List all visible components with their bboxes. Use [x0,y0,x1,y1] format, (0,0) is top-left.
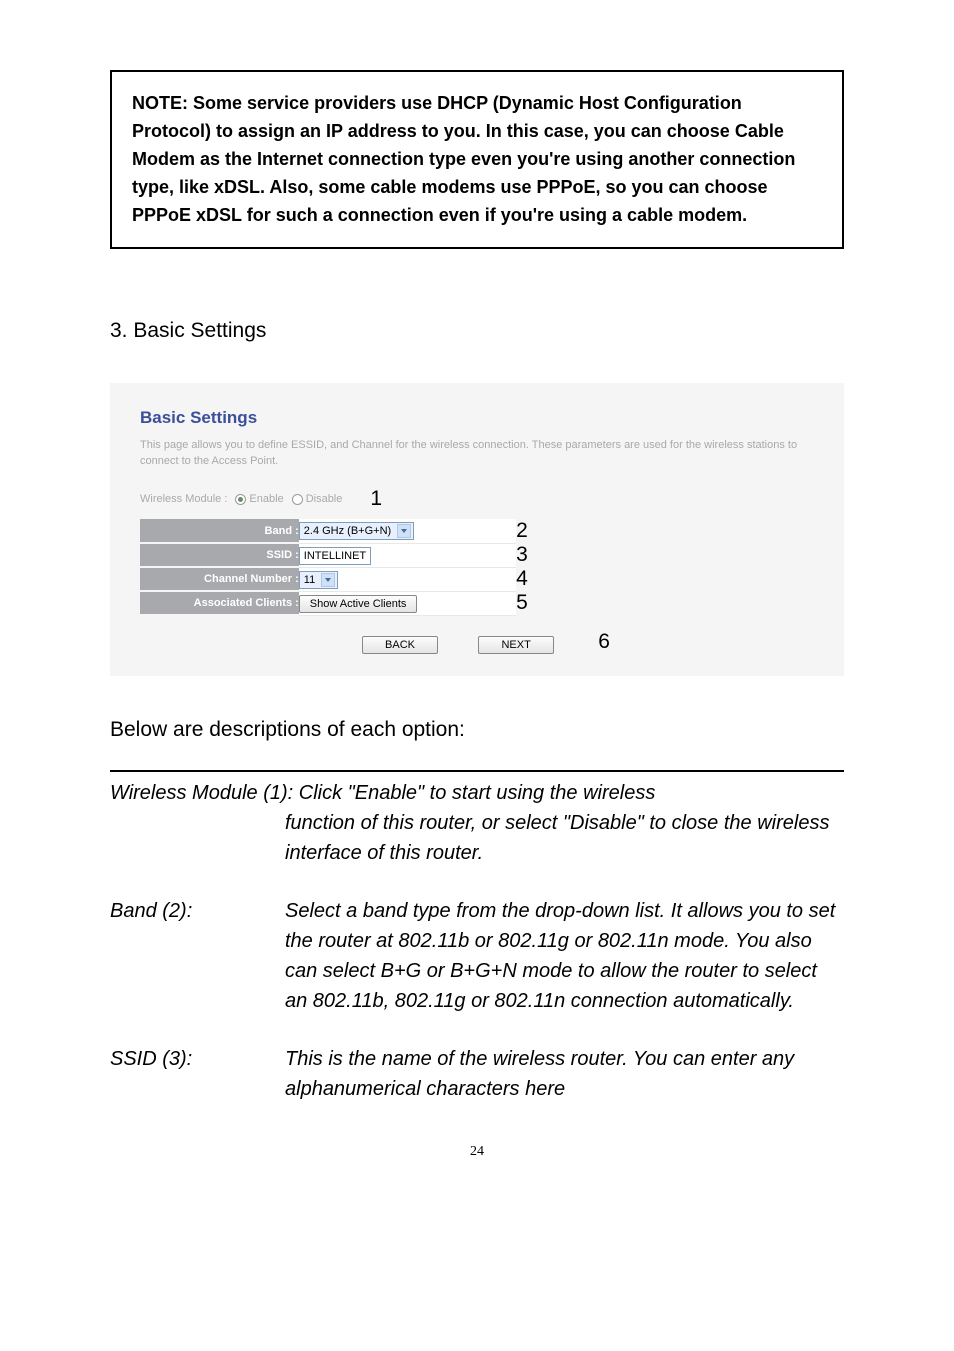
def-wm-body: function of this router, or select "Disa… [110,808,844,868]
band-select-value: 2.4 GHz (B+G+N) [304,525,397,537]
annotation-5: 5 [516,591,528,615]
def-band-body: Select a band type from the drop-down li… [285,896,844,1016]
def-band: Band (2): Select a band type from the dr… [110,896,844,1016]
below-intro: Below are descriptions of each option: [110,718,844,742]
def-ssid: SSID (3): This is the name of the wirele… [110,1044,844,1104]
nav-row: BACK NEXT 6 [140,630,814,654]
annotation-3: 3 [516,543,528,567]
chevron-down-icon [321,573,335,587]
ssid-value: INTELLINET [304,550,366,562]
band-select[interactable]: 2.4 GHz (B+G+N) [299,522,414,540]
note-text: NOTE: Some service providers use DHCP (D… [132,93,795,225]
disable-radio[interactable] [292,494,303,505]
def-ssid-body: This is the name of the wireless router.… [285,1044,844,1104]
show-active-clients-button[interactable]: Show Active Clients [299,595,418,613]
section-heading: 3. Basic Settings [110,319,844,343]
divider [110,770,844,772]
assoc-label: Associated Clients : [140,591,299,615]
annotation-2: 2 [516,519,528,543]
enable-radio[interactable] [235,494,246,505]
wireless-module-row: Wireless Module : Enable Disable 1 [140,487,814,511]
annotation-4: 4 [516,567,528,591]
ssid-label: SSID : [140,543,299,567]
basic-settings-panel: Basic Settings This page allows you to d… [110,383,844,676]
wireless-module-label: Wireless Module : [140,493,227,505]
enable-label: Enable [249,493,283,505]
back-button[interactable]: BACK [362,636,438,654]
annotation-1: 1 [370,487,382,511]
def-wireless-module: Wireless Module (1): Click "Enable" to s… [110,778,844,868]
channel-select-value: 11 [304,574,321,586]
channel-label: Channel Number : [140,567,299,591]
def-wm-line1: Wireless Module (1): Click "Enable" to s… [110,778,844,808]
disable-label: Disable [306,493,343,505]
chevron-down-icon [397,524,411,538]
definitions: Wireless Module (1): Click "Enable" to s… [110,778,844,1104]
panel-title: Basic Settings [140,408,814,428]
settings-table: Band : 2.4 GHz (B+G+N) 2 SSID : INTELLIN… [140,519,558,616]
annotation-6: 6 [598,630,610,654]
next-button[interactable]: NEXT [478,636,553,654]
channel-select[interactable]: 11 [299,571,338,589]
def-band-term: Band (2): [110,896,285,1016]
page-number: 24 [110,1144,844,1160]
ssid-input[interactable]: INTELLINET [299,547,371,565]
note-box: NOTE: Some service providers use DHCP (D… [110,70,844,249]
def-ssid-term: SSID (3): [110,1044,285,1104]
band-label: Band : [140,519,299,543]
panel-desc: This page allows you to define ESSID, an… [140,438,814,469]
